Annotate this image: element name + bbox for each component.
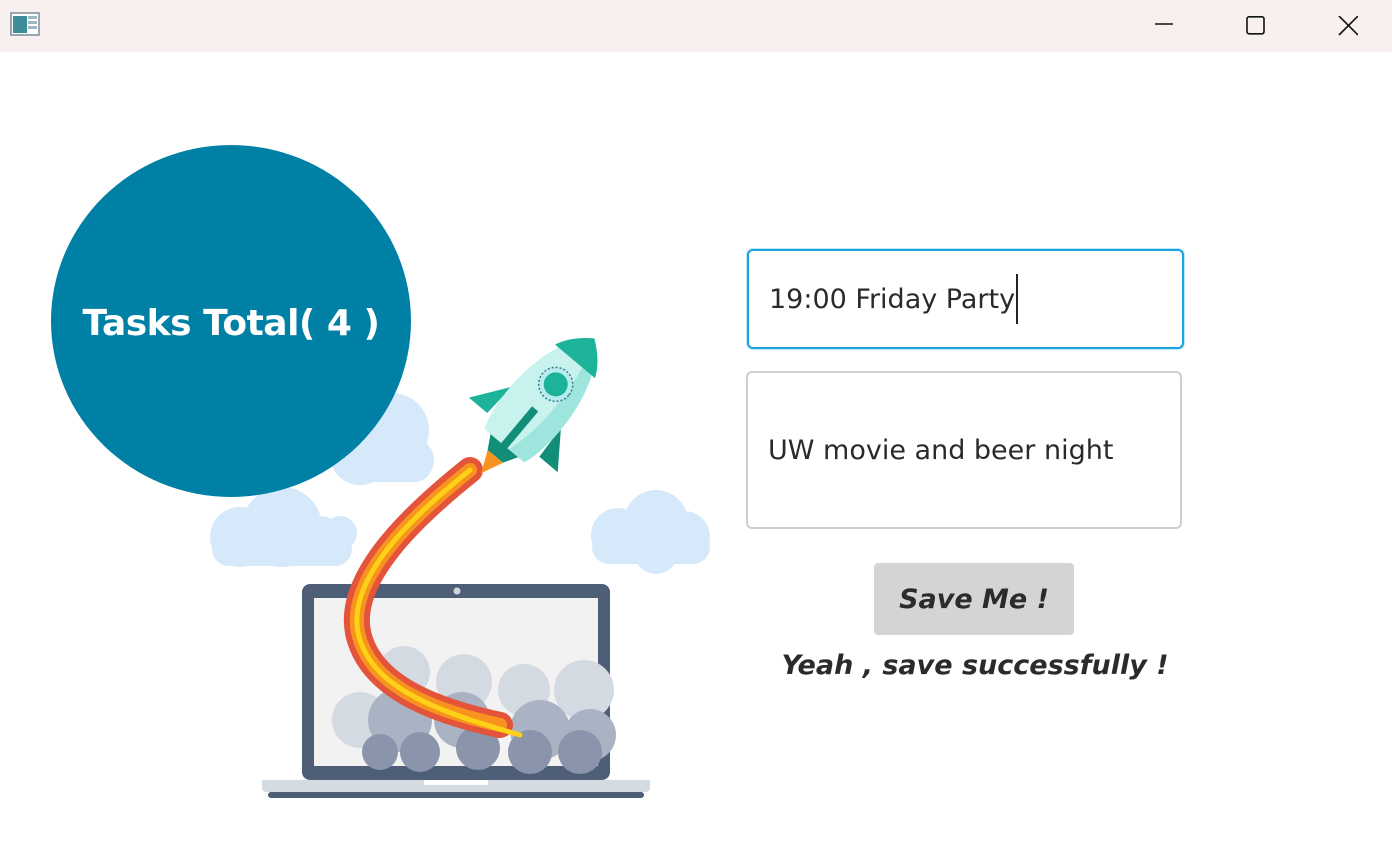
maximize-button[interactable]	[1210, 0, 1302, 52]
close-icon	[1338, 16, 1358, 36]
tasks-total-label: Tasks Total( 4 )	[82, 302, 380, 344]
task-description-value: UW movie and beer night	[768, 434, 1114, 466]
text-caret	[1016, 274, 1019, 324]
task-title-input[interactable]: 19:00 Friday Party	[747, 249, 1184, 349]
task-description-input[interactable]: UW movie and beer night	[746, 371, 1182, 529]
minimize-button[interactable]	[1118, 0, 1210, 52]
laptop-icon	[262, 584, 650, 798]
tasks-total-badge: Tasks Total( 4 )	[51, 145, 411, 497]
title-bar	[0, 0, 1392, 52]
save-status-message: Yeah , save successfully !	[781, 650, 1169, 681]
minimize-icon	[1155, 23, 1173, 25]
task-title-value: 19:00 Friday Party	[769, 283, 1016, 315]
app-icon	[10, 12, 40, 36]
maximize-icon	[1246, 16, 1265, 35]
close-button[interactable]	[1302, 0, 1392, 52]
save-button[interactable]: Save Me !	[874, 563, 1074, 635]
